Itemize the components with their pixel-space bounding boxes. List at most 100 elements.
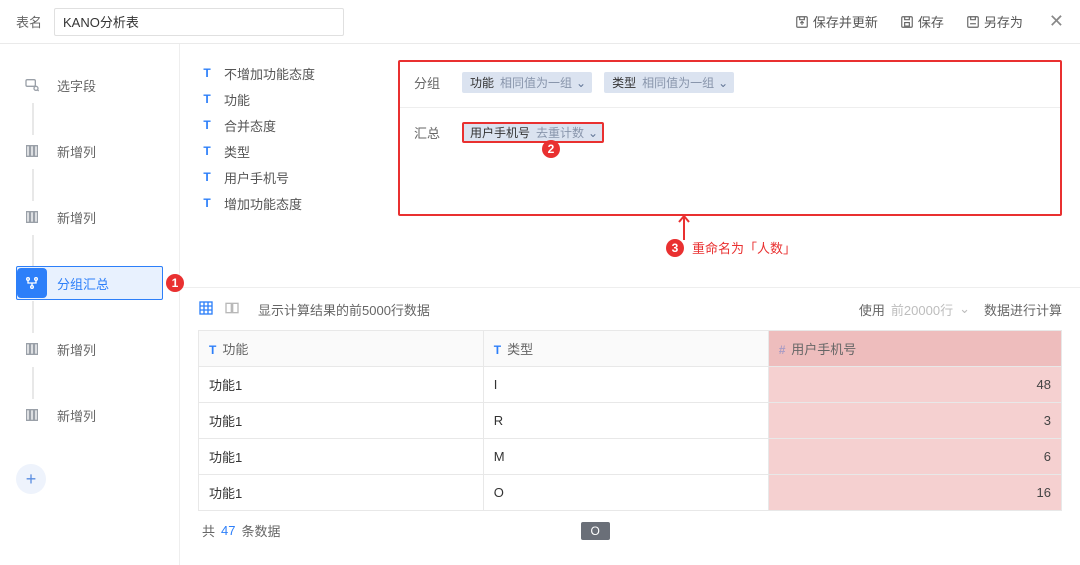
field-label: 增加功能态度	[224, 194, 302, 213]
field-label: 功能	[224, 90, 250, 109]
chevron-down-icon[interactable]: ⌄	[959, 301, 970, 317]
cell: 功能1	[199, 475, 484, 511]
text-type-icon: T	[198, 144, 216, 158]
plus-icon: +	[26, 469, 37, 490]
table-name-label: 表名	[16, 12, 42, 31]
text-type-icon: T	[198, 196, 216, 210]
use-rows-select[interactable]: 前20000行	[891, 300, 953, 319]
chip-main: 类型	[612, 74, 636, 91]
save-as-icon	[966, 15, 980, 29]
table-row[interactable]: 功能1O16	[199, 475, 1062, 511]
table-name-input[interactable]	[54, 8, 344, 36]
cell: R	[483, 403, 768, 439]
chevron-down-icon: ⌄	[718, 76, 728, 90]
column-header[interactable]: T类型	[483, 331, 768, 367]
pipeline-sidebar: 选字段新增列新增列分组汇总1新增列新增列 +	[0, 44, 180, 565]
result-toolbar: 显示计算结果的前5000行数据 使用 前20000行 ⌄ 数据进行计算	[198, 288, 1062, 330]
pipeline-step-label: 新增列	[57, 406, 96, 425]
text-type-icon: T	[198, 92, 216, 106]
field-item[interactable]: T 类型	[198, 138, 398, 164]
arrow-up-icon	[677, 214, 691, 240]
field-label: 类型	[224, 142, 250, 161]
save-and-refresh-label: 保存并更新	[813, 12, 878, 31]
result-table: T功能T类型#用户手机号 功能1I48功能1R3功能1M6功能1O16	[198, 330, 1062, 511]
aggregate-label: 汇总	[414, 123, 462, 142]
pipeline-step-label: 新增列	[57, 208, 96, 227]
save-button[interactable]: 保存	[900, 12, 944, 31]
aggregate-row: 汇总 用户手机号 去重计数 ⌄	[414, 122, 1046, 143]
aggregate-chip-main: 用户手机号	[470, 124, 530, 141]
table-row[interactable]: 功能1I48	[199, 367, 1062, 403]
cell: 3	[768, 403, 1061, 439]
cell: 功能1	[199, 367, 484, 403]
table-row[interactable]: 功能1M6	[199, 439, 1062, 475]
save-refresh-icon	[795, 15, 809, 29]
pipeline-step-2[interactable]: 新增列	[16, 200, 163, 234]
columns-icon	[17, 202, 47, 232]
result-row-note: 显示计算结果的前5000行数据	[258, 300, 430, 319]
pipeline-step-4[interactable]: 新增列	[16, 332, 163, 366]
pipeline-step-label: 分组汇总	[57, 274, 109, 293]
text-type-icon: T	[198, 66, 216, 80]
columns-icon	[17, 334, 47, 364]
pipeline-step-label: 选字段	[57, 76, 96, 95]
group-chip[interactable]: 功能相同值为一组⌄	[462, 72, 592, 93]
annotation-text: 重命名为「人数」	[692, 238, 796, 257]
compute-label: 数据进行计算	[984, 300, 1062, 319]
save-label: 保存	[918, 12, 944, 31]
pipeline-step-label: 新增列	[57, 340, 96, 359]
footer-prefix: 共	[202, 521, 215, 540]
annotation-row: 3 重命名为「人数」	[180, 238, 1080, 257]
close-button[interactable]: ✕	[1049, 11, 1064, 32]
cell: M	[483, 439, 768, 475]
cell: O	[483, 475, 768, 511]
group-label: 分组	[414, 73, 462, 92]
save-as-button[interactable]: 另存为	[966, 12, 1023, 31]
use-label: 使用	[859, 300, 885, 319]
cell: 6	[768, 439, 1061, 475]
footer-suffix: 条数据	[241, 521, 280, 540]
type-prefix-icon: T	[494, 343, 501, 357]
pipeline-step-5[interactable]: 新增列	[16, 398, 163, 432]
table-view-icon[interactable]	[198, 300, 214, 319]
pipeline-step-1[interactable]: 新增列	[16, 134, 163, 168]
field-item[interactable]: T 功能	[198, 86, 398, 112]
aggregate-chip-user-phone[interactable]: 用户手机号 去重计数 ⌄	[462, 122, 604, 143]
field-item[interactable]: T 增加功能态度	[198, 190, 398, 216]
result-panel: 显示计算结果的前5000行数据 使用 前20000行 ⌄ 数据进行计算 T功能T…	[180, 287, 1080, 565]
table-row[interactable]: 功能1R3	[199, 403, 1062, 439]
footer-badge: O	[581, 522, 610, 540]
save-and-refresh-button[interactable]: 保存并更新	[795, 12, 878, 31]
group-chip[interactable]: 类型相同值为一组⌄	[604, 72, 734, 93]
field-item[interactable]: T 不增加功能态度	[198, 60, 398, 86]
column-label: 用户手机号	[791, 342, 856, 357]
cell: 16	[768, 475, 1061, 511]
columns-icon	[17, 400, 47, 430]
select-fields-icon	[17, 70, 47, 100]
text-type-icon: T	[198, 170, 216, 184]
annotation-badge-3: 3	[666, 239, 684, 257]
column-header[interactable]: T功能	[199, 331, 484, 367]
field-item[interactable]: T用户手机号	[198, 164, 398, 190]
pipeline-step-0[interactable]: 选字段	[16, 68, 163, 102]
add-step-button[interactable]: +	[16, 464, 46, 494]
cell: I	[483, 367, 768, 403]
config-panel: T不增加功能态度T功能T合并态度T类型T用户手机号T增加功能态度 2 分组 功能…	[180, 44, 1080, 226]
type-prefix-icon: #	[779, 343, 786, 357]
result-footer: 共 47 条数据 O	[198, 511, 1062, 544]
cell: 功能1	[199, 439, 484, 475]
card-view-icon[interactable]	[224, 300, 240, 319]
column-header[interactable]: # 用户手机号	[768, 331, 1061, 367]
group-icon	[17, 268, 47, 298]
pipeline-step-label: 新增列	[57, 142, 96, 161]
pipeline-step-3[interactable]: 分组汇总1	[16, 266, 163, 300]
cell: 48	[768, 367, 1061, 403]
text-type-icon: T	[198, 118, 216, 132]
save-icon	[900, 15, 914, 29]
column-label: 功能	[222, 342, 248, 357]
chip-main: 功能	[470, 74, 494, 91]
field-label: 合并态度	[224, 116, 276, 135]
chevron-down-icon: ⌄	[576, 76, 586, 90]
field-label: 不增加功能态度	[224, 64, 315, 83]
field-item[interactable]: T 合并态度	[198, 112, 398, 138]
